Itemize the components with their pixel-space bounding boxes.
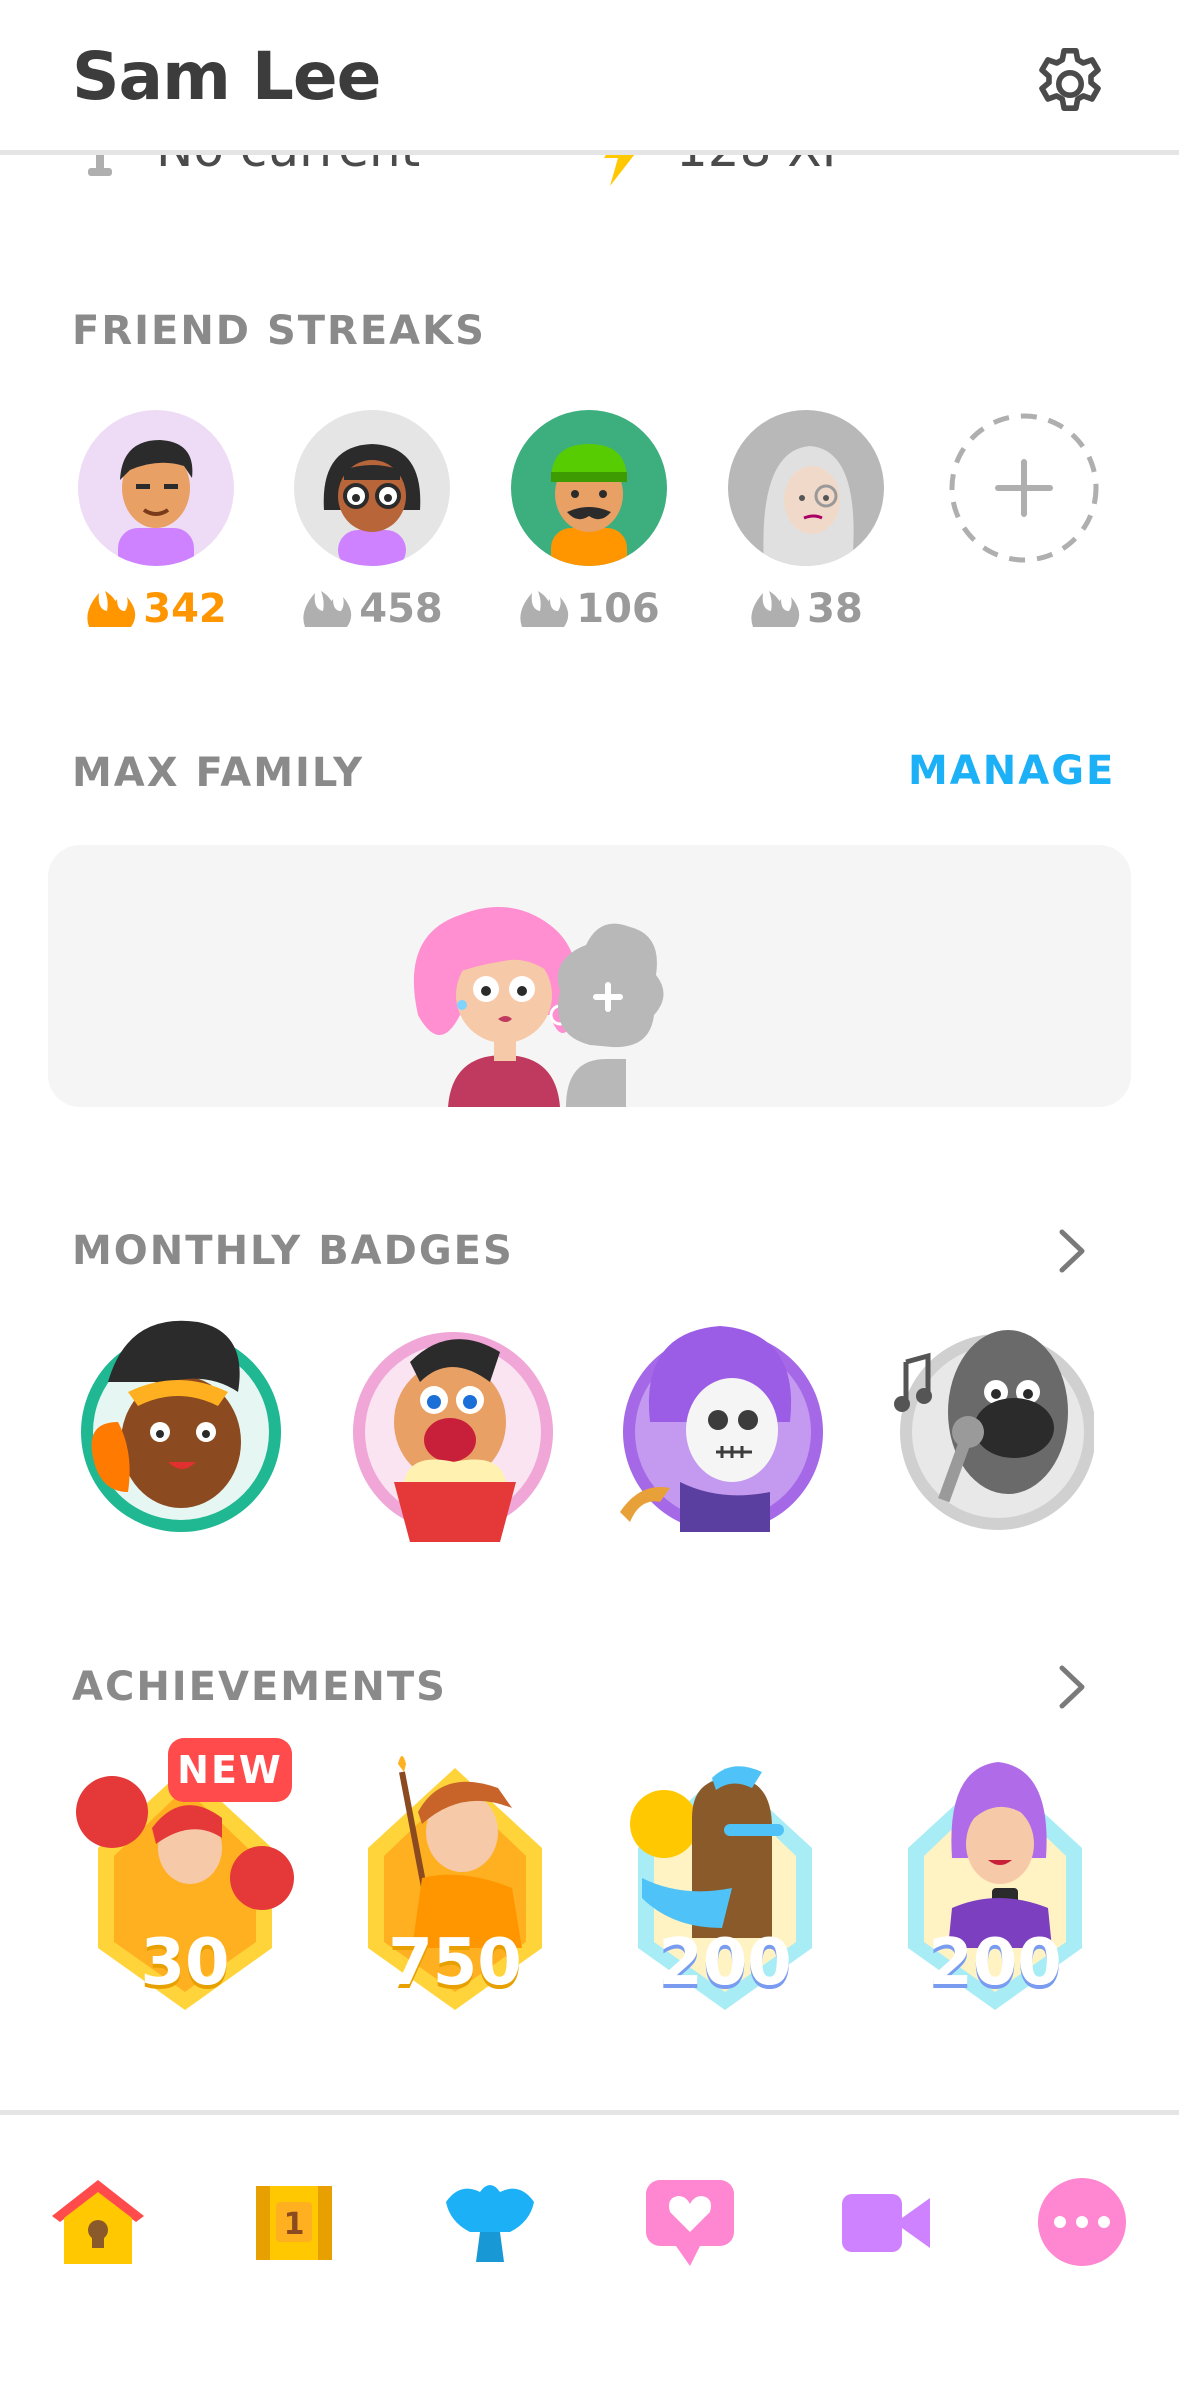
family-members-card[interactable]	[48, 845, 1131, 1107]
achievement-badge[interactable]: 200	[882, 1748, 1108, 2018]
bottom-tab-bar	[0, 2110, 1179, 2401]
streak-flame-icon	[751, 591, 800, 627]
friend-streaks-title: FRIEND STREAKS	[72, 308, 486, 354]
max-family-title: MAX FAMILY	[72, 750, 365, 796]
avatar-face-icon	[118, 440, 194, 566]
friend-streak-count: 106	[511, 586, 667, 632]
friend-avatar[interactable]	[728, 410, 884, 566]
gear-icon[interactable]	[1028, 42, 1112, 126]
manage-family-link[interactable]: MANAGE	[908, 748, 1115, 794]
friend-avatar[interactable]	[78, 410, 234, 566]
friend-streak-count: 458	[294, 586, 450, 632]
achievement-badge[interactable]: 750	[342, 1748, 568, 2018]
video-icon[interactable]	[836, 2172, 936, 2272]
achievement-value: 30	[140, 1926, 230, 2000]
achievement-value: 750	[388, 1926, 522, 2000]
app-header: Sam Lee	[0, 0, 1179, 155]
family-members-illustration	[413, 907, 664, 1107]
new-badge: NEW	[168, 1738, 292, 1802]
page-title: Sam Lee	[72, 38, 381, 115]
streak-flame-icon	[87, 591, 136, 627]
achievement-badge[interactable]: 200	[612, 1748, 838, 2018]
add-friend-streak-button[interactable]	[946, 410, 1102, 566]
avatar-face-icon	[763, 446, 854, 566]
more-icon[interactable]	[1032, 2172, 1132, 2272]
friend-avatar[interactable]	[511, 410, 667, 566]
svg-text:1: 1	[284, 2207, 305, 2242]
monthly-badge[interactable]	[620, 1312, 826, 1542]
friend-streak-count: 38	[728, 586, 884, 632]
streak-flame-icon	[520, 591, 569, 627]
friends-chat-icon[interactable]	[640, 2172, 740, 2272]
achievement-value: 200	[658, 1926, 792, 2000]
achievement-value: 200	[928, 1926, 1062, 2000]
monthly-badge[interactable]	[888, 1312, 1094, 1542]
monthly-badge[interactable]	[78, 1312, 284, 1542]
monthly-badge[interactable]	[350, 1312, 556, 1542]
chevron-right-icon[interactable]	[1052, 1226, 1092, 1276]
avatar-face-icon	[323, 444, 421, 566]
streak-flame-icon	[303, 591, 352, 627]
friend-streak-count: 342	[78, 586, 234, 632]
friend-avatar[interactable]	[294, 410, 450, 566]
achievements-title: ACHIEVEMENTS	[72, 1664, 447, 1710]
leaderboard-icon[interactable]: 1	[244, 2172, 344, 2272]
shell-icon[interactable]	[440, 2172, 540, 2272]
monthly-badges-title: MONTHLY BADGES	[72, 1228, 514, 1274]
home-icon[interactable]	[48, 2172, 148, 2272]
avatar-face-icon	[551, 444, 627, 566]
chevron-right-icon[interactable]	[1052, 1662, 1092, 1712]
